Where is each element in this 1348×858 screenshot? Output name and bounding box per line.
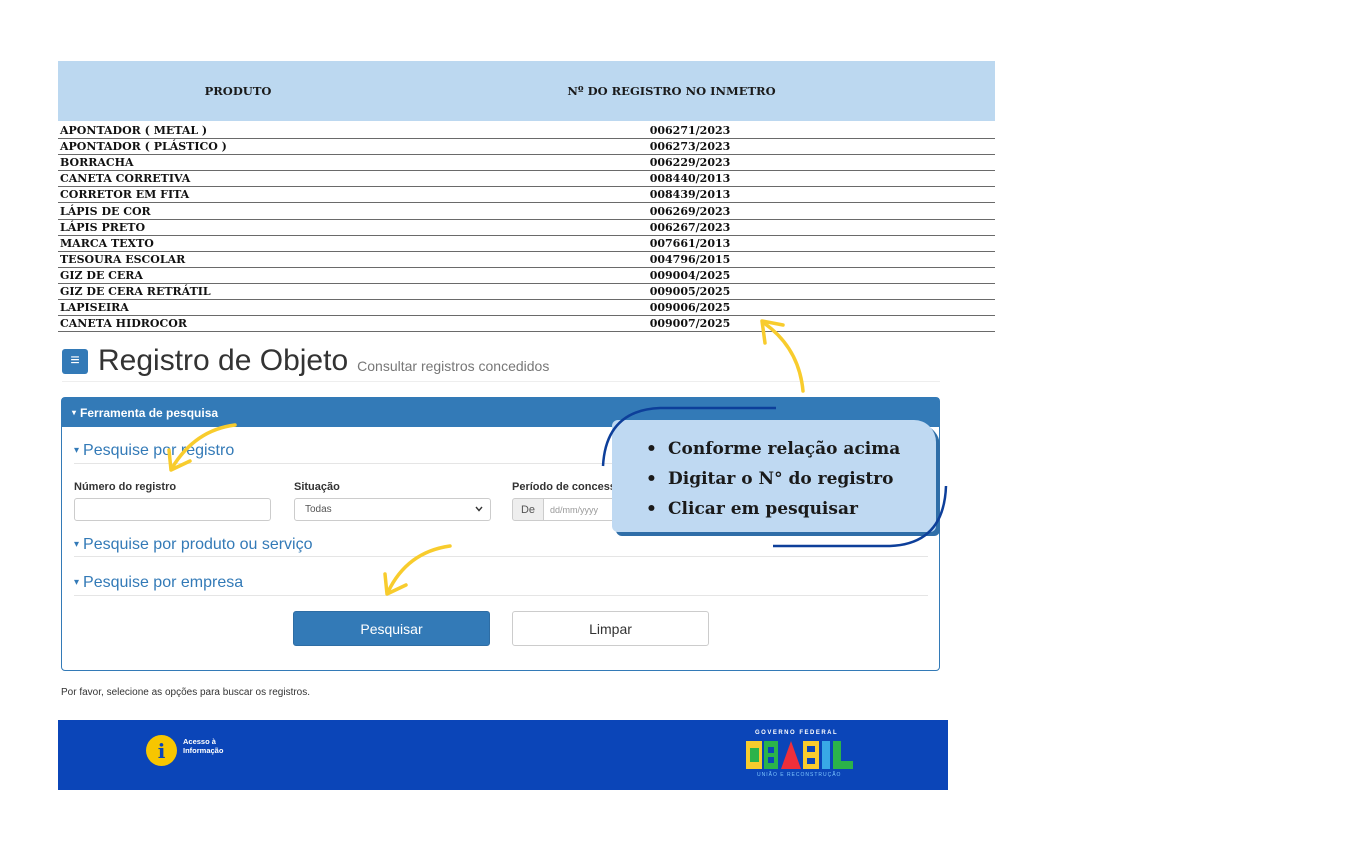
situacao-selected-value: Todas	[305, 504, 332, 515]
section-empresa-toggle[interactable]: ▾ Pesquise por empresa	[74, 574, 243, 592]
table-row: LAPISEIRA 009006/2025	[58, 300, 995, 317]
instruction-item: Clicar em pesquisar	[646, 494, 900, 524]
registro-cell: 009007/2025	[649, 317, 731, 331]
caret-down-icon: ▾	[74, 539, 80, 551]
periodo-label: Período de concess	[512, 481, 616, 493]
section-empresa-label: Pesquise por empresa	[83, 574, 244, 591]
uniao-reconstrucao-label: UNIÃO E RECONSTRUÇÃO	[757, 772, 842, 778]
instructions-callout: Conforme relação acima Digitar o N° do r…	[612, 420, 936, 532]
table-row: CANETA CORRETIVA 008440/2013	[58, 171, 995, 188]
produto-cell: GIZ DE CERA	[60, 268, 143, 282]
table-row: APONTADOR ( METAL ) 006271/2023	[58, 123, 995, 140]
registro-cell: 008440/2013	[649, 172, 731, 186]
produto-cell: LÁPIS PRETO	[60, 220, 146, 234]
produto-cell: CANETA CORRETIVA	[60, 172, 191, 186]
table-row: MARCA TEXTO 007661/2013	[58, 236, 995, 252]
info-icon[interactable]: i	[146, 735, 177, 766]
table-row: CANETA HIDROCOR 009007/2025	[58, 316, 995, 333]
header-registro: Nº DO REGISTRO NO INMETRO	[567, 84, 776, 98]
acesso-line2: Informação	[183, 746, 224, 755]
produto-cell: LÁPIS DE COR	[60, 204, 151, 218]
registro-cell: 006229/2023	[649, 156, 731, 170]
section-divider	[74, 556, 928, 557]
table-row: APONTADOR ( PLÁSTICO ) 006273/2023	[58, 139, 995, 156]
caret-down-icon: ▾	[74, 577, 80, 589]
title-divider	[62, 381, 940, 382]
search-hint: Por favor, selecione as opções para busc…	[61, 687, 311, 698]
produto-cell: CORRETOR EM FITA	[60, 188, 190, 202]
table-row: LÁPIS DE COR 006269/2023	[58, 203, 995, 220]
section-divider	[74, 595, 928, 596]
acesso-line1: Acesso à	[183, 737, 216, 746]
brasil-logo	[746, 741, 853, 769]
acesso-informacao-link[interactable]: Acesso à Informação	[183, 737, 253, 755]
registro-cell: 009006/2025	[649, 301, 731, 315]
menu-toggle-button[interactable]: ≡	[62, 348, 88, 374]
registro-cell: 006269/2023	[649, 204, 731, 218]
periodo-de-group: De dd/mm/yyyy	[512, 498, 624, 521]
numero-registro-input[interactable]	[74, 498, 271, 521]
table-row: GIZ DE CERA 009004/2025	[58, 268, 995, 284]
product-registry-table: PRODUTO Nº DO REGISTRO NO INMETRO APONTA…	[58, 61, 995, 333]
pesquisar-button[interactable]: Pesquisar	[293, 611, 490, 646]
instructions-list: Conforme relação acima Digitar o N° do r…	[646, 434, 900, 524]
page-title: Registro de Objeto	[98, 344, 349, 377]
gov-federal-label: GOVERNO FEDERAL	[755, 730, 839, 736]
page-header: ≡ Registro de Objeto Consultar registros…	[62, 344, 549, 378]
produto-cell: TESOURA ESCOLAR	[60, 252, 186, 266]
registro-cell: 008439/2013	[649, 188, 731, 202]
menu-icon: ≡	[70, 352, 80, 369]
produto-cell: BORRACHA	[60, 156, 134, 170]
produto-cell: APONTADOR ( PLÁSTICO )	[60, 140, 227, 154]
registro-cell: 006273/2023	[649, 140, 731, 154]
registro-cell: 007661/2013	[649, 236, 731, 250]
produto-cell: GIZ DE CERA RETRÁTIL	[60, 284, 211, 298]
header-produto: PRODUTO	[204, 84, 272, 98]
table-row: BORRACHA 006229/2023	[58, 155, 995, 172]
table-row: TESOURA ESCOLAR 004796/2015	[58, 252, 995, 268]
table-row: GIZ DE CERA RETRÁTIL 009005/2025	[58, 284, 995, 301]
footer: i Acesso à Informação GOVERNO FEDERAL UN…	[58, 720, 948, 790]
section-produto-label: Pesquise por produto ou serviço	[83, 536, 313, 553]
registro-cell: 009005/2025	[649, 284, 731, 298]
registro-cell: 006271/2023	[649, 124, 731, 138]
page-subtitle: Consultar registros concedidos	[357, 358, 550, 374]
table-body: APONTADOR ( METAL ) 006271/2023 APONTADOR …	[58, 123, 995, 333]
situacao-select[interactable]: Todas	[294, 498, 491, 521]
section-produto-toggle[interactable]: ▾ Pesquise por produto ou serviço	[74, 536, 313, 554]
panel-header-label: Ferramenta de pesquisa	[80, 405, 219, 420]
caret-down-icon: ▾	[72, 408, 77, 417]
produto-cell: MARCA TEXTO	[60, 236, 154, 250]
instruction-item: Digitar o N° do registro	[646, 464, 900, 494]
limpar-button[interactable]: Limpar	[512, 611, 709, 646]
numero-registro-label: Número do registro	[74, 481, 177, 493]
section-registro-label: Pesquise por registro	[83, 442, 235, 459]
info-icon-glyph: i	[157, 739, 166, 763]
produto-cell: APONTADOR ( METAL )	[60, 124, 208, 138]
produto-cell: CANETA HIDROCOR	[60, 317, 187, 331]
table-header: PRODUTO Nº DO REGISTRO NO INMETRO	[58, 61, 995, 121]
caret-down-icon: ▾	[74, 445, 80, 457]
periodo-de-addon: De	[512, 498, 544, 521]
section-registro-toggle[interactable]: ▾ Pesquise por registro	[74, 442, 234, 460]
produto-cell: LAPISEIRA	[60, 301, 129, 315]
instruction-item: Conforme relação acima	[646, 434, 900, 464]
situacao-label: Situação	[294, 481, 340, 493]
table-row: CORRETOR EM FITA 008439/2013	[58, 187, 995, 204]
table-row: LÁPIS PRETO 006267/2023	[58, 220, 995, 236]
chevron-down-icon	[475, 506, 483, 512]
registro-cell: 004796/2015	[649, 252, 731, 266]
registro-cell: 006267/2023	[649, 220, 731, 234]
registro-cell: 009004/2025	[649, 268, 731, 282]
